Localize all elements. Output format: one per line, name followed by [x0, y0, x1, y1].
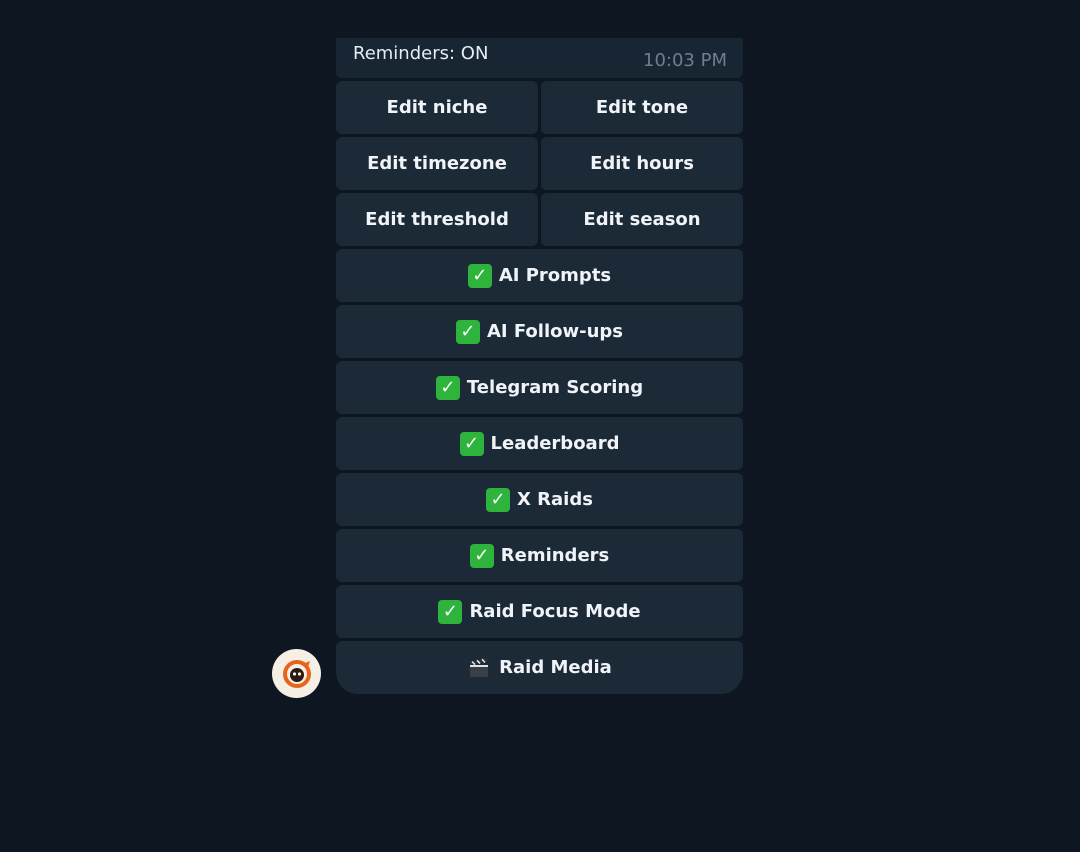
- button-label: Edit season: [583, 209, 701, 230]
- keyboard-row: Edit niche Edit tone: [336, 81, 743, 134]
- button-label: Edit hours: [590, 153, 694, 174]
- edit-season-button[interactable]: Edit season: [541, 193, 743, 246]
- button-label: Edit timezone: [367, 153, 507, 174]
- keyboard-row: ✓ Reminders: [336, 529, 743, 582]
- keyboard-row: Edit threshold Edit season: [336, 193, 743, 246]
- button-label: AI Prompts: [498, 265, 612, 286]
- ai-prompts-button[interactable]: ✓ AI Prompts: [336, 249, 743, 302]
- button-label: Leaderboard: [490, 433, 620, 454]
- check-mark-icon: ✓: [467, 263, 492, 288]
- button-label: X Raids: [517, 489, 593, 510]
- keyboard-row: ✓ Raid Focus Mode: [336, 585, 743, 638]
- check-mark-icon: ✓: [486, 487, 511, 512]
- button-label: Raid Media: [499, 657, 612, 678]
- keyboard-row: Edit timezone Edit hours: [336, 137, 743, 190]
- bot-avatar-icon: [282, 659, 311, 688]
- raid-focus-mode-button[interactable]: ✓ Raid Focus Mode: [336, 585, 743, 638]
- check-mark-icon: ✓: [455, 319, 480, 344]
- keyboard-row: ✓ Leaderboard: [336, 417, 743, 470]
- button-label: AI Follow-ups: [486, 321, 624, 342]
- keyboard-row: ✓ AI Follow-ups: [336, 305, 743, 358]
- keyboard-row: ✓ X Raids: [336, 473, 743, 526]
- reminders-button[interactable]: ✓ Reminders: [336, 529, 743, 582]
- check-mark-icon: ✓: [469, 543, 494, 568]
- button-label: Edit tone: [595, 97, 689, 118]
- inline-keyboard: Edit niche Edit tone Edit timezone Edit hou…: [336, 81, 743, 697]
- edit-timezone-button[interactable]: Edit timezone: [336, 137, 538, 190]
- check-mark-icon: ✓: [435, 375, 460, 400]
- button-label: Edit niche: [386, 97, 488, 118]
- edit-threshold-button[interactable]: Edit threshold: [336, 193, 538, 246]
- keyboard-row: Raid Media: [336, 641, 743, 694]
- edit-tone-button[interactable]: Edit tone: [541, 81, 743, 134]
- edit-niche-button[interactable]: Edit niche: [336, 81, 538, 134]
- leaderboard-button[interactable]: ✓ Leaderboard: [336, 417, 743, 470]
- button-label: Telegram Scoring: [466, 377, 644, 398]
- button-label: Edit threshold: [365, 209, 509, 230]
- telegram-scoring-button[interactable]: ✓ Telegram Scoring: [336, 361, 743, 414]
- keyboard-row: ✓ Telegram Scoring: [336, 361, 743, 414]
- keyboard-row: ✓ AI Prompts: [336, 249, 743, 302]
- edit-hours-button[interactable]: Edit hours: [541, 137, 743, 190]
- message-text: Reminders: ON: [353, 43, 489, 64]
- message-time: 10:03 PM: [643, 50, 727, 71]
- ai-follow-ups-button[interactable]: ✓ AI Follow-ups: [336, 305, 743, 358]
- message-bubble: Reminders: ON 10:03 PM: [336, 38, 743, 78]
- check-mark-icon: ✓: [438, 599, 463, 624]
- clapperboard-icon: [467, 656, 491, 680]
- check-mark-icon: ✓: [459, 431, 484, 456]
- bot-avatar[interactable]: [272, 649, 321, 698]
- button-label: Raid Focus Mode: [469, 601, 641, 622]
- button-label: Reminders: [500, 545, 610, 566]
- raid-media-button[interactable]: Raid Media: [336, 641, 743, 694]
- x-raids-button[interactable]: ✓ X Raids: [336, 473, 743, 526]
